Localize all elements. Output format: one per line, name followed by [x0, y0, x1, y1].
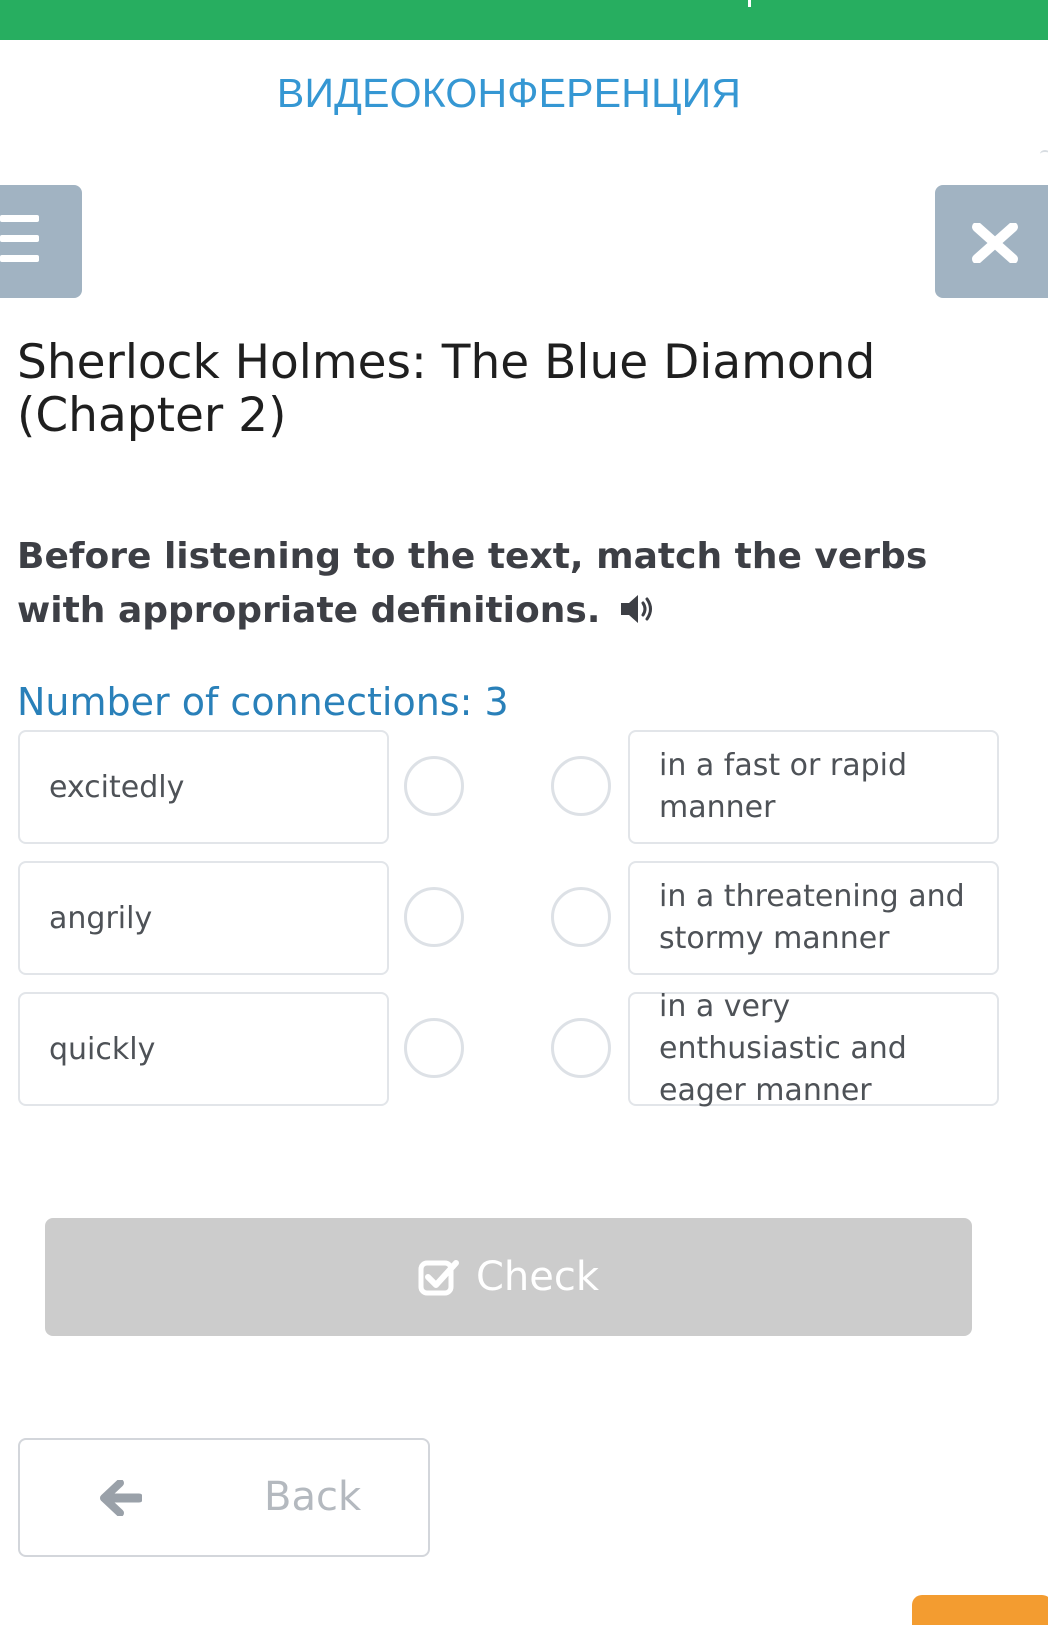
close-button[interactable] [935, 185, 1048, 298]
task-instruction: Before listening to the text, match the … [17, 530, 1017, 638]
match-right-label: in a threatening and stormy manner [659, 879, 965, 956]
connections-count: Number of connections: 3 [17, 680, 509, 724]
arrow-left-icon [100, 1480, 142, 1516]
lesson-title: Sherlock Holmes: The Blue Diamond (Chapt… [17, 335, 876, 443]
corner-decoration [1040, 150, 1048, 158]
match-right-label: in a fast or rapid manner [659, 748, 908, 825]
close-icon [972, 223, 1018, 263]
top-bar [0, 0, 1048, 40]
left-connector[interactable] [404, 1018, 464, 1078]
left-connector[interactable] [404, 756, 464, 816]
next-tab-button[interactable] [912, 1595, 1048, 1625]
page: ВИДЕОКОНФЕРЕНЦИЯ Sherlock Holmes: The Bl… [0, 0, 1048, 1625]
menu-button[interactable] [0, 185, 82, 298]
videoconference-link[interactable]: ВИДЕОКОНФЕРЕНЦИЯ [0, 70, 1018, 117]
match-right-item[interactable]: in a fast or rapid manner [628, 730, 999, 844]
match-right-label: in a very enthusiastic and eager manner [659, 989, 907, 1108]
match-left-label: quickly [49, 1031, 156, 1067]
check-button[interactable]: Check [45, 1218, 972, 1336]
speaker-icon[interactable] [619, 592, 659, 626]
back-label: Back [264, 1474, 362, 1520]
match-left-label: angrily [49, 900, 153, 936]
back-button[interactable]: Back [18, 1438, 430, 1557]
match-left-item[interactable]: quickly [18, 992, 389, 1106]
left-connector[interactable] [404, 887, 464, 947]
instruction-text: Before listening to the text, match the … [17, 536, 928, 631]
right-connector[interactable] [551, 1018, 611, 1078]
top-bar-marker [748, 0, 751, 7]
check-label: Check [475, 1254, 600, 1300]
match-right-item[interactable]: in a threatening and stormy manner [628, 861, 999, 975]
match-left-item[interactable]: angrily [18, 861, 389, 975]
checkbox-icon [418, 1260, 459, 1296]
match-left-item[interactable]: excitedly [18, 730, 389, 844]
right-connector[interactable] [551, 756, 611, 816]
match-left-label: excitedly [49, 769, 185, 805]
match-right-item[interactable]: in a very enthusiastic and eager manner [628, 989, 999, 1108]
right-connector[interactable] [551, 887, 611, 947]
